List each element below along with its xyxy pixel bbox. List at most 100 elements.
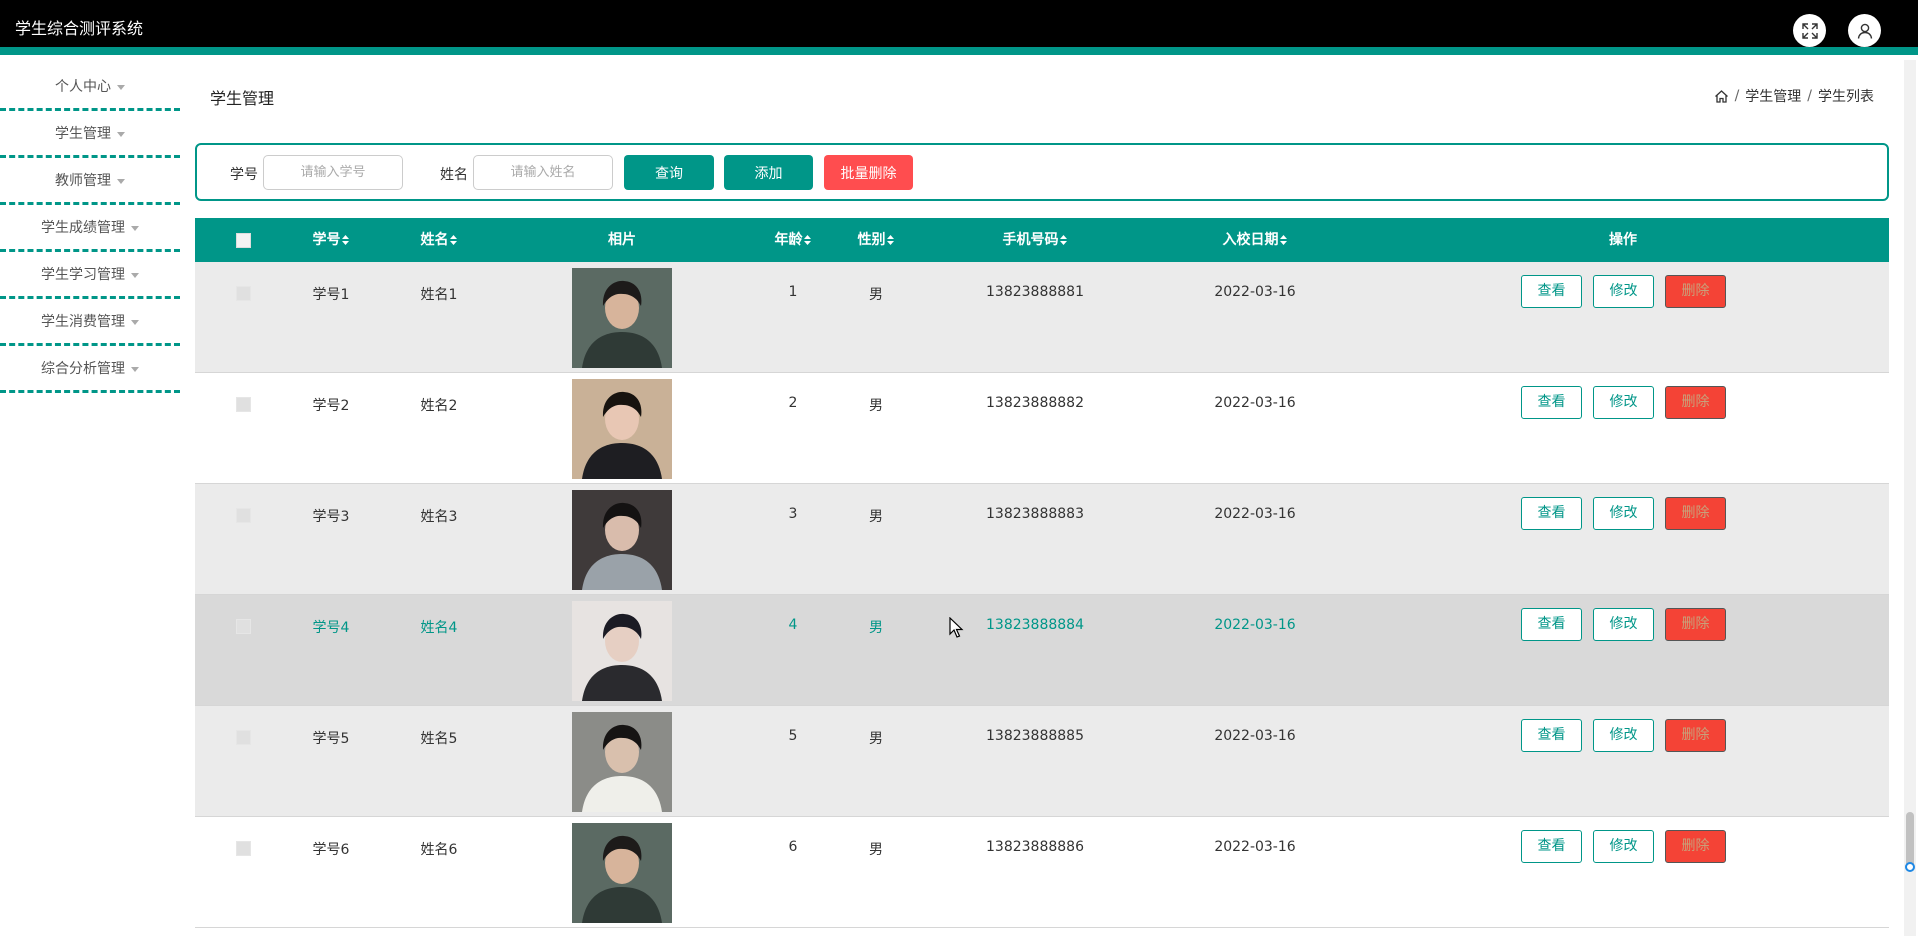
sidebar-item-label: 综合分析管理 [41,361,125,377]
table-row[interactable]: 学号2 姓名2 2 男 13823888882 2022-03-16 查看 修改 删除 [195,373,1889,484]
student-name-label: 姓名 [440,167,468,183]
add-button[interactable]: 添加 [724,155,813,190]
cell-name: 姓名4 [420,620,458,636]
expand-icon [1801,22,1818,39]
cell-enroll-date: 2022-03-16 [1214,617,1296,633]
column-header-photo: 相片 [608,218,636,262]
student-photo[interactable] [572,823,672,923]
cell-phone: 13823888881 [986,284,1084,300]
student-id-label: 学号 [230,167,258,183]
select-all-checkbox[interactable] [236,233,251,248]
column-header-age[interactable]: 年龄 [775,218,812,262]
view-button[interactable]: 查看 [1521,386,1582,419]
table-row[interactable]: 学号6 姓名6 6 男 13823888886 2022-03-16 查看 修改 删除 [195,817,1889,928]
student-photo[interactable] [572,601,672,701]
sidebar-item-1[interactable]: 学生管理 [0,111,180,158]
edit-button[interactable]: 修改 [1593,497,1654,530]
cell-gender: 男 [869,287,883,303]
delete-button[interactable]: 删除 [1665,497,1726,530]
view-button[interactable]: 查看 [1521,830,1582,863]
column-header-label: 入校日期 [1222,232,1279,248]
cell-id: 学号4 [312,620,350,636]
search-panel: 学号 姓名 查询 添加 批量删除 [195,143,1889,201]
sidebar-item-label: 学生成绩管理 [41,220,125,236]
edit-button[interactable]: 修改 [1593,830,1654,863]
student-photo[interactable] [572,379,672,479]
edit-button[interactable]: 修改 [1593,608,1654,641]
cell-age: 6 [788,839,798,855]
view-button[interactable]: 查看 [1521,719,1582,752]
table-header: 学号 姓名 相片 年龄 性别 手机号码 入校日期 操作 [195,218,1889,262]
student-photo[interactable] [572,490,672,590]
table-row[interactable]: 学号4 姓名4 4 男 13823888884 2022-03-16 查看 修改 删除 [195,595,1889,706]
sort-icon[interactable] [450,234,458,246]
row-checkbox[interactable] [236,730,251,745]
person-photo-icon [572,823,672,923]
student-id-input[interactable] [263,155,403,190]
edit-button[interactable]: 修改 [1593,719,1654,752]
sidebar-item-3[interactable]: 学生成绩管理 [0,205,180,252]
column-header-id[interactable]: 学号 [313,218,350,262]
sidebar-item-2[interactable]: 教师管理 [0,158,180,205]
batch-delete-button[interactable]: 批量删除 [824,155,913,190]
view-button[interactable]: 查看 [1521,275,1582,308]
edit-button[interactable]: 修改 [1593,386,1654,419]
delete-button[interactable]: 删除 [1665,275,1726,308]
delete-button[interactable]: 删除 [1665,719,1726,752]
sort-icon[interactable] [342,234,350,246]
student-name-input[interactable] [473,155,613,190]
cell-enroll-date: 2022-03-16 [1214,839,1296,855]
cell-age: 2 [788,395,798,411]
query-button[interactable]: 查询 [624,155,714,190]
column-header-name[interactable]: 姓名 [421,218,458,262]
table-row[interactable]: 学号5 姓名5 5 男 13823888885 2022-03-16 查看 修改 删除 [195,706,1889,817]
view-button[interactable]: 查看 [1521,608,1582,641]
row-checkbox[interactable] [236,619,251,634]
table-row[interactable]: 学号1 姓名1 1 男 13823888881 2022-03-16 查看 修改 删除 [195,262,1889,373]
cell-age: 4 [788,617,798,633]
page-scrollbar[interactable] [1904,60,1916,936]
row-checkbox[interactable] [236,397,251,412]
student-photo[interactable] [572,268,672,368]
sidebar-item-5[interactable]: 学生消费管理 [0,299,180,346]
fullscreen-button[interactable] [1793,14,1826,47]
sidebar-item-0[interactable]: 个人中心 [0,64,180,111]
delete-button[interactable]: 删除 [1665,608,1726,641]
cell-name: 姓名2 [420,398,458,414]
app-title: 学生综合测评系统 [15,19,144,38]
student-photo[interactable] [572,712,672,812]
column-header-gender[interactable]: 性别 [858,218,895,262]
sort-icon[interactable] [887,234,895,246]
breadcrumb-student-management[interactable]: 学生管理 [1745,86,1801,106]
caret-down-icon [117,84,125,90]
column-header-label: 性别 [857,232,886,248]
row-checkbox[interactable] [236,508,251,523]
column-header-label: 相片 [608,232,636,248]
sort-icon[interactable] [804,234,812,246]
column-header-phone[interactable]: 手机号码 [1003,218,1068,262]
cell-id: 学号5 [312,731,350,747]
user-menu-button[interactable] [1848,14,1881,47]
view-button[interactable]: 查看 [1521,497,1582,530]
delete-button[interactable]: 删除 [1665,830,1726,863]
cell-phone: 13823888884 [986,617,1084,633]
cell-age: 5 [788,728,798,744]
row-checkbox[interactable] [236,286,251,301]
sidebar-item-label: 学生管理 [55,126,111,142]
caret-down-icon [117,178,125,184]
sort-icon[interactable] [1060,234,1068,246]
table-row[interactable]: 学号3 姓名3 3 男 13823888883 2022-03-16 查看 修改 删除 [195,484,1889,595]
home-icon[interactable] [1714,89,1729,104]
caret-down-icon [131,366,139,372]
breadcrumb-separator: / [1807,88,1812,104]
column-header-enroll-date[interactable]: 入校日期 [1223,218,1288,262]
sidebar-item-4[interactable]: 学生学习管理 [0,252,180,299]
sidebar-item-6[interactable]: 综合分析管理 [0,346,180,393]
sort-icon[interactable] [1280,234,1288,246]
breadcrumb: / 学生管理 / 学生列表 [1714,86,1874,106]
row-checkbox[interactable] [236,841,251,856]
sidebar-item-label: 学生消费管理 [41,314,125,330]
edit-button[interactable]: 修改 [1593,275,1654,308]
cell-age: 3 [788,506,798,522]
delete-button[interactable]: 删除 [1665,386,1726,419]
